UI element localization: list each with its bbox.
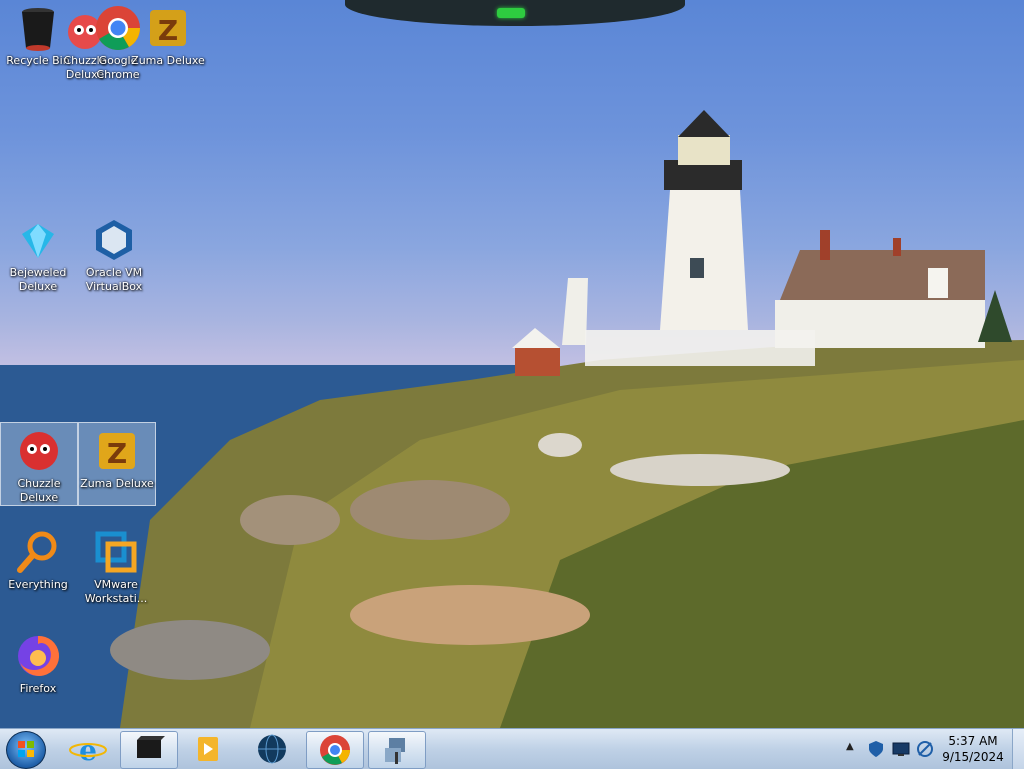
wallpaper [0, 110, 1024, 728]
firefox-icon [14, 632, 62, 680]
globe-icon [258, 734, 286, 764]
desktop-icon-vmware[interactable]: VMware Workstati... [78, 524, 154, 606]
desktop-icon-bejeweled[interactable]: Bejeweled Deluxe [0, 212, 76, 294]
clock-time: 5:37 AM [948, 734, 998, 748]
network-status-icon[interactable] [916, 740, 934, 758]
taskbar-chrome[interactable] [306, 731, 364, 769]
taskbar-network-app[interactable] [368, 731, 426, 769]
desktop-icon-virtualbox[interactable]: Oracle VM VirtualBox [76, 212, 152, 294]
icon-label: VMware Workstati... [84, 578, 148, 605]
desktop-icon-firefox[interactable]: Firefox [0, 628, 76, 696]
desktop: Recycle Bin Chuzzle Deluxe Google Chrome… [0, 0, 1024, 728]
icon-label: Zuma Deluxe [131, 54, 205, 67]
taskbar-media-player[interactable] [180, 731, 236, 767]
zuma-icon: Z [144, 4, 192, 52]
virtualbox-icon [90, 216, 138, 264]
taskbar-explorer-window[interactable] [120, 731, 178, 769]
desktop-icon-chuzzle[interactable]: Chuzzle Deluxe [0, 422, 78, 506]
icon-label: Bejeweled Deluxe [9, 266, 67, 293]
vmware-icon [92, 528, 140, 576]
chuzzle-icon [15, 427, 63, 475]
taskbar-clock[interactable]: 5:37 AM 9/15/2024 [938, 733, 1008, 765]
monitor-icon[interactable] [892, 741, 910, 757]
desktop-icon-zuma-top[interactable]: Z Zuma Deluxe [128, 0, 208, 68]
notch-indicator [497, 8, 525, 18]
internet-explorer-icon: e [69, 734, 107, 767]
taskbar-internet-explorer[interactable]: e [60, 731, 116, 767]
desktop-icon-everything[interactable]: Everything [0, 524, 76, 592]
icon-label: Chuzzle Deluxe [17, 477, 61, 504]
taskbar: e ▲ 5:37 AM 9/15/2024 [0, 728, 1024, 769]
show-hidden-icons-chevron-icon[interactable]: ▲ [846, 741, 854, 752]
clock-date: 9/15/2024 [942, 750, 1004, 764]
show-desktop-button[interactable] [1012, 729, 1024, 769]
icon-label: Firefox [19, 682, 57, 695]
bejeweled-icon [14, 216, 62, 264]
icon-label: Oracle VM VirtualBox [85, 266, 143, 293]
svg-text:e: e [79, 734, 97, 767]
system-tray: ▲ [840, 729, 935, 769]
network-app-icon [385, 738, 405, 764]
start-button[interactable] [6, 731, 46, 769]
icon-label: Everything [8, 578, 68, 591]
trash-window-icon [137, 736, 165, 758]
zuma-icon: Z [93, 427, 141, 475]
desktop-icon-zuma[interactable]: Z Zuma Deluxe [78, 422, 156, 506]
taskbar-globe-app[interactable] [244, 731, 300, 767]
everything-icon [14, 528, 62, 576]
svg-text:Z: Z [158, 14, 178, 47]
svg-text:Z: Z [107, 437, 127, 470]
windows-logo-icon [18, 741, 34, 757]
chrome-icon [320, 735, 350, 765]
icon-label: Zuma Deluxe [80, 477, 154, 490]
security-shield-icon[interactable] [868, 740, 884, 758]
media-player-icon [198, 737, 218, 761]
